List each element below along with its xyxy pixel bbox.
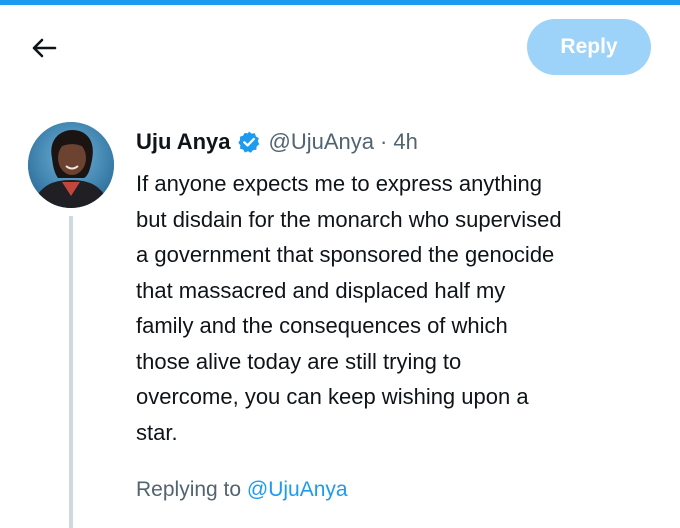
- back-button[interactable]: [22, 28, 66, 68]
- thread-connector-line: [69, 216, 73, 528]
- tweet-text-line: star.: [136, 419, 178, 445]
- author-handle[interactable]: @UjuAnya: [269, 129, 375, 155]
- tweet-text-line: those alive today are still trying to: [136, 348, 462, 374]
- tweet-header: Uju Anya @UjuAnya · 4h: [136, 126, 418, 158]
- top-accent-bar: [0, 0, 680, 5]
- tweet-timestamp[interactable]: 4h: [393, 129, 417, 155]
- display-name[interactable]: Uju Anya: [136, 129, 231, 155]
- tweet-text-line: but disdain for the monarch who supervis…: [136, 206, 562, 232]
- separator-dot: ·: [380, 129, 388, 154]
- replying-to-prefix: Replying to: [136, 478, 242, 501]
- tweet-text-line: If anyone expects me to express anything: [136, 171, 543, 196]
- replying-to-handle-link[interactable]: @UjuAnya: [247, 478, 348, 501]
- tweet-text: If anyone expects me to express anything…: [136, 166, 656, 450]
- tweet-text-line: that massacred and displaced half my: [136, 277, 506, 303]
- arrow-left-icon: [31, 37, 57, 59]
- reply-button[interactable]: Reply: [527, 19, 651, 75]
- tweet-text-line: a government that sponsored the genocide: [136, 242, 555, 267]
- tweet-text-line: overcome, you can keep wishing upon a: [136, 384, 529, 409]
- verified-badge-icon: [237, 130, 261, 154]
- replying-to-label: Replying to @UjuAnya: [136, 478, 348, 502]
- tweet-text-line: family and the consequences of which: [136, 313, 508, 338]
- avatar[interactable]: [28, 122, 114, 208]
